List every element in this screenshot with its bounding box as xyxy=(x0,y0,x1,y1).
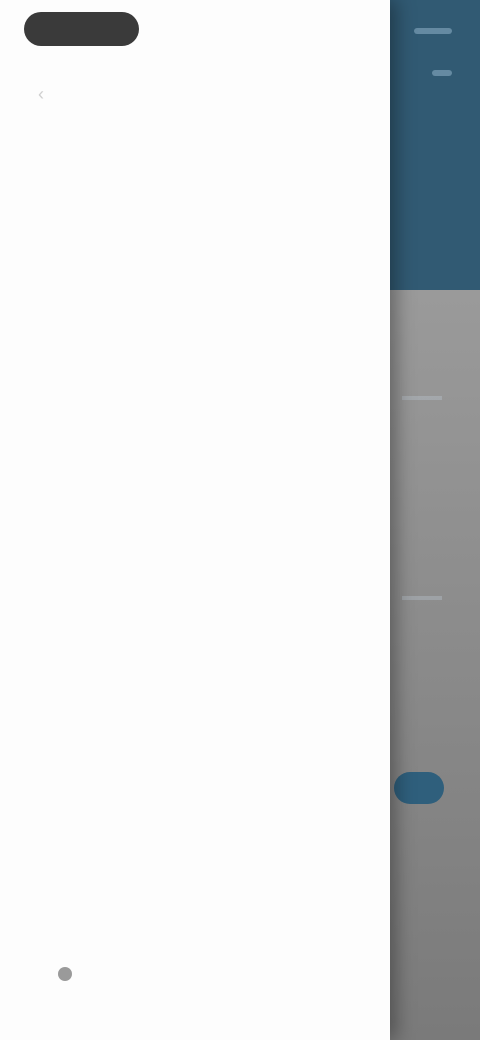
background-hero-line xyxy=(414,28,452,34)
menu-item[interactable] xyxy=(0,519,390,583)
drawer-header: ‹ xyxy=(0,70,390,120)
background-line xyxy=(402,596,442,600)
menu-item[interactable] xyxy=(0,327,390,391)
back-arrow-icon[interactable]: ‹ xyxy=(38,84,58,104)
background-hero-line xyxy=(432,70,452,76)
drawer-menu xyxy=(0,135,390,967)
navigation-drawer: ‹ xyxy=(0,0,390,1040)
info-icon xyxy=(58,967,72,981)
menu-item[interactable] xyxy=(0,583,390,647)
menu-item[interactable] xyxy=(0,775,390,839)
background-fab xyxy=(394,772,444,804)
menu-item[interactable] xyxy=(0,391,390,455)
menu-item[interactable] xyxy=(0,199,390,263)
menu-item[interactable] xyxy=(0,903,390,967)
drawer-footer xyxy=(58,962,80,986)
menu-item[interactable] xyxy=(0,135,390,199)
menu-item[interactable] xyxy=(0,263,390,327)
status-pill xyxy=(24,12,139,46)
background-content xyxy=(385,290,480,1040)
menu-item[interactable] xyxy=(0,647,390,711)
background-hero xyxy=(385,0,480,290)
menu-item[interactable] xyxy=(0,839,390,903)
background-line xyxy=(402,396,442,400)
menu-item[interactable] xyxy=(0,711,390,775)
menu-item[interactable] xyxy=(0,455,390,519)
drawer-title xyxy=(165,84,259,102)
